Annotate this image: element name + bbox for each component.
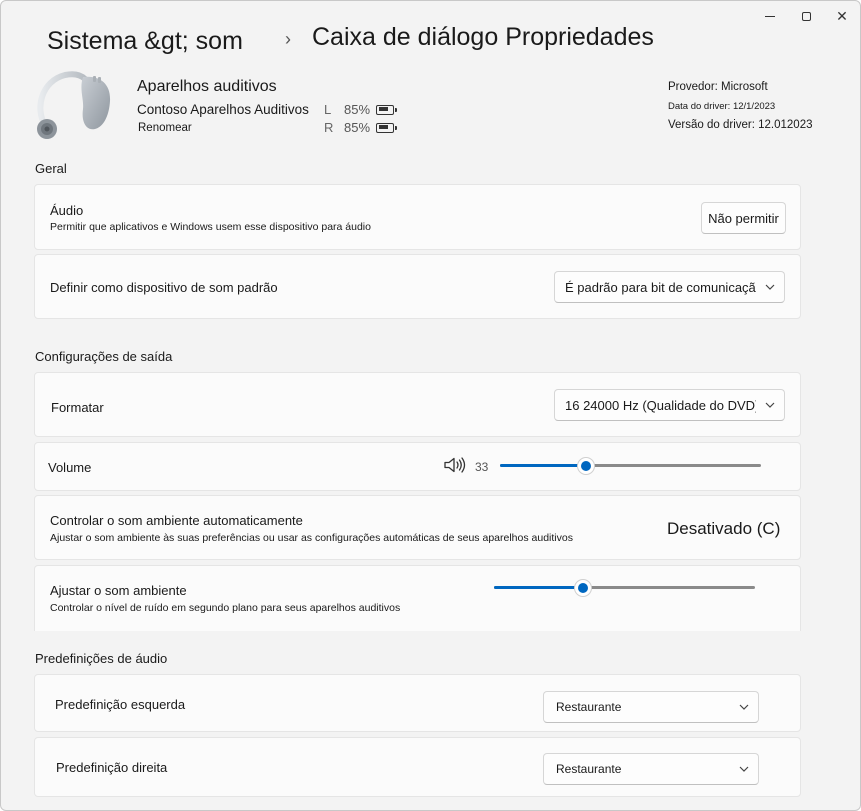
battery-left-percent: 85% [344, 102, 371, 117]
ambient-auto-state[interactable]: Desativado (C) [667, 519, 780, 539]
close-icon: ✕ [836, 7, 848, 24]
maximize-button[interactable] [788, 1, 824, 31]
ambient-adjust-card: Ajustar o som ambiente Controlar o nível… [34, 565, 801, 631]
ambient-auto-title: Controlar o som ambiente automaticamente [50, 513, 303, 528]
hearing-aid-icon [37, 71, 111, 139]
volume-title: Volume [48, 460, 92, 475]
preset-left-dropdown[interactable]: Restaurante [543, 691, 759, 723]
volume-slider-fill [500, 464, 587, 467]
page-title: Caixa de diálogo Propriedades [312, 23, 654, 51]
device-name: Aparelhos auditivos [137, 78, 277, 95]
preset-left-title: Predefinição esquerda [55, 697, 186, 712]
format-selected: 16 24000 Hz (Qualidade do DVD) [565, 397, 756, 413]
driver-provider: Provedor: Microsoft [668, 81, 768, 93]
battery-left-side: L [324, 102, 332, 117]
volume-value: 33 [475, 460, 489, 474]
audio-title: Áudio [50, 203, 84, 218]
volume-slider-thumb[interactable] [577, 457, 596, 475]
section-title-general: Geral [35, 161, 67, 176]
breadcrumb: Sistema &gt; som › Caixa de diálogo Prop… [47, 23, 654, 59]
battery-left: L 85% [324, 102, 398, 117]
driver-version: Versão do driver: 12.012023 [668, 119, 813, 131]
format-title: Formatar [51, 400, 104, 415]
default-device-selected: É padrão para bit de comunicação, [565, 279, 756, 295]
default-device-title: Definir como dispositivo de som padrão [50, 280, 278, 295]
chevron-down-icon [730, 702, 758, 713]
ambient-adjust-subtitle: Controlar o nível de ruído em segundo pl… [50, 602, 401, 614]
battery-icon [376, 122, 398, 133]
volume-slider[interactable] [500, 456, 761, 476]
ambient-slider-thumb[interactable] [573, 579, 592, 597]
rename-link[interactable]: Renomear [138, 122, 192, 134]
device-model: Contoso Aparelhos Auditivos [137, 102, 309, 117]
format-card: Formatar 16 24000 Hz (Qualidade do DVD) [34, 372, 801, 437]
driver-date: Data do driver: 12/1/2023 [668, 101, 776, 112]
ambient-auto-card: Controlar o som ambiente automaticamente… [34, 495, 801, 560]
ambient-slider-fill [494, 586, 583, 589]
preset-right-title: Predefinição direita [56, 760, 168, 775]
close-button[interactable]: ✕ [824, 1, 860, 31]
breadcrumb-parent[interactable]: Sistema &gt; som [47, 27, 243, 56]
preset-left-card: Predefinição esquerda Restaurante [34, 674, 801, 732]
audio-subtitle: Permitir que aplicativos e Windows usem … [50, 221, 371, 233]
speaker-icon[interactable] [444, 457, 466, 473]
section-title-presets: Predefinições de áudio [35, 651, 168, 666]
format-dropdown[interactable]: 16 24000 Hz (Qualidade do DVD) [554, 389, 785, 421]
preset-right-card: Predefinição direita Restaurante [34, 737, 801, 797]
chevron-down-icon [756, 282, 784, 293]
battery-icon [376, 104, 398, 115]
battery-right: R 85% [324, 120, 398, 135]
dont-allow-button[interactable]: Não permitir [701, 202, 786, 234]
section-title-output: Configurações de saída [35, 349, 173, 364]
preset-right-dropdown[interactable]: Restaurante [543, 753, 759, 785]
caption-buttons: ✕ [752, 1, 860, 31]
chevron-down-icon [730, 764, 758, 775]
volume-card: Volume 33 [34, 442, 801, 491]
default-device-card: Definir como dispositivo de som padrão É… [34, 254, 801, 319]
audio-card: Áudio Permitir que aplicativos e Windows… [34, 184, 801, 250]
minimize-button[interactable] [752, 1, 788, 31]
chevron-down-icon [756, 400, 784, 411]
ambient-adjust-title: Ajustar o som ambiente [50, 583, 187, 598]
breadcrumb-separator: › [285, 29, 291, 49]
preset-right-selected: Restaurante [556, 762, 622, 776]
battery-right-side: R [324, 120, 334, 135]
properties-window: ✕ Sistema &gt; som › Caixa de diálogo Pr… [0, 0, 861, 811]
preset-left-selected: Restaurante [556, 700, 622, 714]
ambient-slider[interactable] [494, 578, 755, 598]
maximize-icon [801, 11, 811, 21]
default-device-dropdown[interactable]: É padrão para bit de comunicação, [554, 271, 785, 303]
ambient-auto-subtitle: Ajustar o som ambiente às suas preferênc… [50, 532, 573, 544]
battery-right-percent: 85% [344, 120, 371, 135]
minimize-icon [765, 15, 775, 17]
